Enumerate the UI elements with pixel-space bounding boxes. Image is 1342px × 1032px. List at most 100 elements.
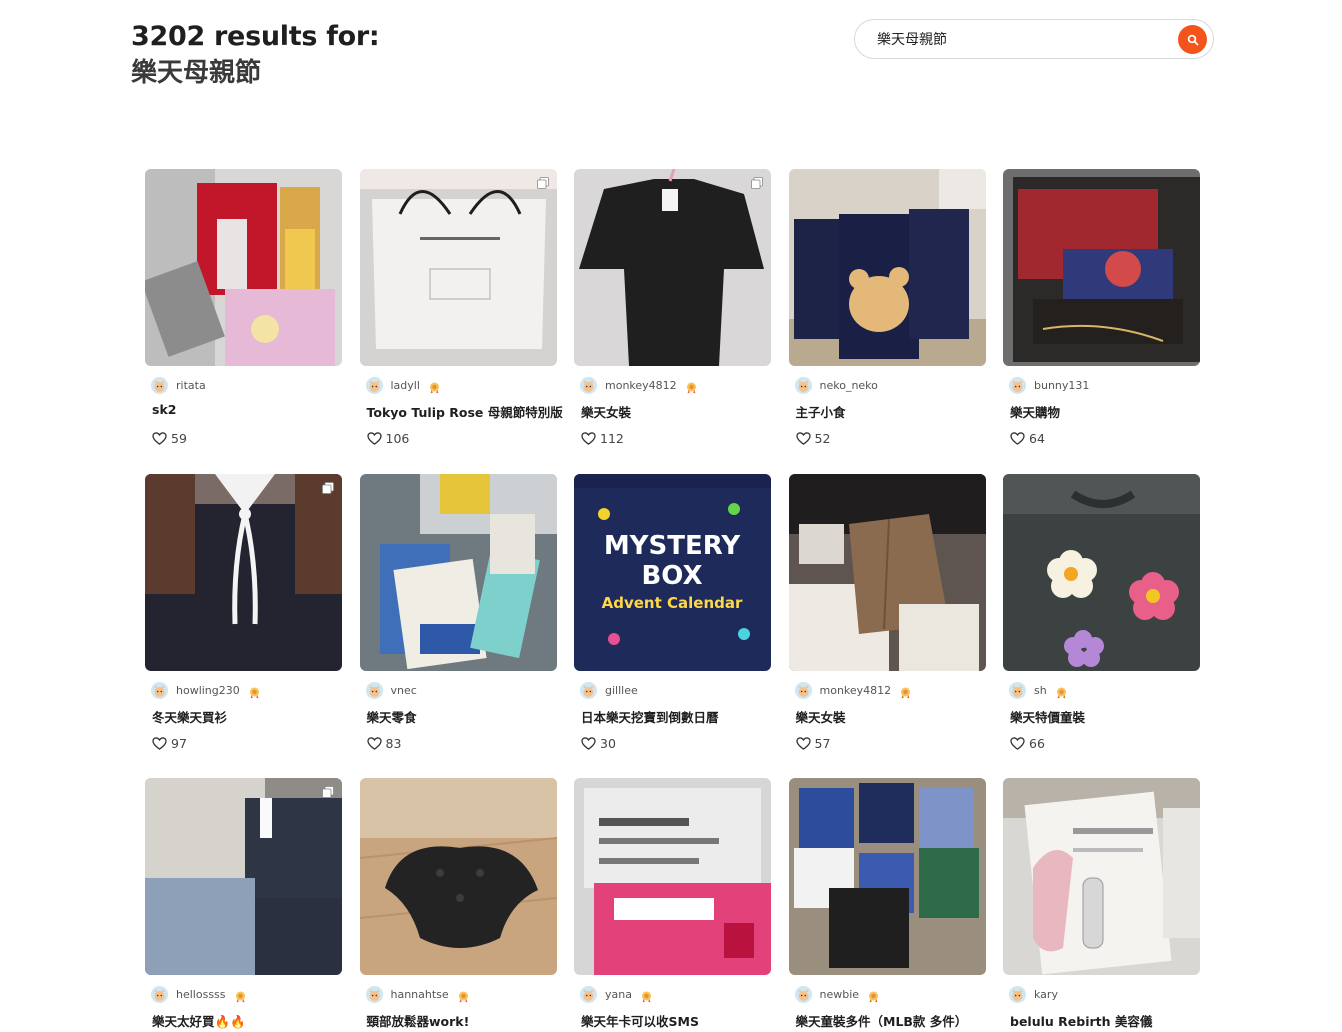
card-image[interactable]	[359, 778, 557, 975]
heart-icon[interactable]	[1010, 432, 1025, 445]
card-title[interactable]: 樂天女裝	[581, 402, 631, 421]
result-card[interactable]: MYSTERY BOX Advent Calendar gilllee 日本樂天挖寶到倒…	[574, 474, 771, 754]
heart-icon[interactable]	[152, 737, 167, 750]
card-image[interactable]	[1003, 474, 1200, 671]
avatar[interactable]	[1009, 681, 1026, 699]
heart-icon[interactable]	[581, 432, 596, 445]
card-image[interactable]	[359, 169, 557, 366]
result-card[interactable]: hellossss 樂天太好買🔥🔥	[145, 778, 342, 1032]
username[interactable]: monkey4812	[605, 379, 677, 392]
heart-icon[interactable]	[366, 432, 382, 445]
card-author[interactable]: newbie	[794, 985, 881, 1003]
username[interactable]: ritata	[176, 379, 206, 392]
avatar[interactable]	[1009, 985, 1026, 1003]
username[interactable]: vnec	[391, 684, 417, 697]
avatar[interactable]	[794, 376, 812, 394]
card-title[interactable]: 樂天太好買🔥🔥	[152, 1011, 246, 1030]
heart-icon[interactable]	[366, 737, 382, 750]
heart-icon[interactable]	[795, 432, 811, 445]
result-card[interactable]: howling230 冬天樂天買衫 97	[145, 474, 342, 754]
like-button[interactable]: 57	[795, 736, 830, 751]
heart-icon[interactable]	[581, 737, 596, 750]
username[interactable]: hannahtse	[391, 988, 449, 1001]
username[interactable]: sh	[1034, 684, 1047, 697]
avatar[interactable]	[365, 681, 383, 699]
result-card[interactable]: vnec 樂天零食 83	[359, 474, 557, 754]
result-card[interactable]: kary belulu Rebirth 美容儀	[1003, 778, 1200, 1032]
search-button[interactable]	[1178, 25, 1207, 54]
result-card[interactable]: neko_neko 主子小食 52	[788, 169, 986, 449]
card-title[interactable]: 樂天年卡可以收SMS	[581, 1011, 699, 1030]
avatar[interactable]	[794, 985, 812, 1003]
result-card[interactable]: newbie 樂天童裝多件（MLB款 多件）	[788, 778, 986, 1032]
card-title[interactable]: 冬天樂天買衫	[152, 707, 227, 726]
card-image[interactable]	[1003, 778, 1200, 975]
like-button[interactable]: 97	[152, 736, 187, 751]
username[interactable]: kary	[1034, 988, 1058, 1001]
avatar[interactable]	[151, 985, 168, 1003]
card-author[interactable]: yana	[580, 985, 653, 1003]
username[interactable]: ladyll	[391, 379, 420, 392]
card-title[interactable]: 樂天零食	[367, 707, 417, 726]
card-author[interactable]: hannahtse	[365, 985, 470, 1003]
like-button[interactable]: 52	[795, 431, 830, 446]
username[interactable]: neko_neko	[820, 379, 878, 392]
card-image[interactable]	[788, 778, 986, 975]
result-card[interactable]: monkey4812 樂天女裝 57	[788, 474, 986, 754]
like-button[interactable]: 112	[581, 431, 624, 446]
card-image[interactable]	[359, 474, 557, 671]
username[interactable]: bunny131	[1034, 379, 1089, 392]
card-title[interactable]: 日本樂天挖寶到倒數日曆	[581, 707, 719, 726]
card-image[interactable]	[574, 778, 771, 975]
like-button[interactable]: 59	[152, 431, 187, 446]
card-author[interactable]: ritata	[151, 376, 206, 394]
heart-icon[interactable]	[152, 432, 167, 445]
card-title[interactable]: sk2	[152, 402, 176, 417]
heart-icon[interactable]	[1010, 737, 1025, 750]
avatar[interactable]	[580, 376, 597, 394]
like-button[interactable]: 30	[581, 736, 616, 751]
avatar[interactable]	[151, 376, 168, 394]
avatar[interactable]	[580, 985, 597, 1003]
card-author[interactable]: bunny131	[1009, 376, 1089, 394]
card-author[interactable]: vnec	[365, 681, 417, 699]
result-card[interactable]: yana 樂天年卡可以收SMS	[574, 778, 771, 1032]
card-author[interactable]: hellossss	[151, 985, 247, 1003]
card-author[interactable]: howling230	[151, 681, 261, 699]
avatar[interactable]	[365, 985, 383, 1003]
card-author[interactable]: ladyll	[365, 376, 441, 394]
card-author[interactable]: sh	[1009, 681, 1068, 699]
like-button[interactable]: 66	[1010, 736, 1045, 751]
card-author[interactable]: monkey4812	[794, 681, 913, 699]
username[interactable]: yana	[605, 988, 632, 1001]
card-image[interactable]	[574, 169, 771, 366]
username[interactable]: gilllee	[605, 684, 638, 697]
avatar[interactable]	[1009, 376, 1026, 394]
avatar[interactable]	[794, 681, 812, 699]
card-image[interactable]	[145, 169, 342, 366]
card-title[interactable]: 頸部放鬆器work!	[367, 1011, 470, 1030]
heart-icon[interactable]	[795, 737, 811, 750]
card-author[interactable]: kary	[1009, 985, 1058, 1003]
card-title[interactable]: 樂天女裝	[796, 707, 846, 726]
card-author[interactable]: monkey4812	[580, 376, 698, 394]
card-title[interactable]: 樂天特價童裝	[1010, 707, 1085, 726]
username[interactable]: hellossss	[176, 988, 226, 1001]
result-card[interactable]: ladyll Tokyo Tulip Rose 母親節特別版 106	[359, 169, 563, 449]
like-button[interactable]: 106	[366, 431, 409, 446]
card-image[interactable]	[1003, 169, 1200, 366]
search-bar[interactable]	[854, 19, 1214, 59]
result-card[interactable]: monkey4812 樂天女裝 112	[574, 169, 771, 449]
result-card[interactable]: sh 樂天特價童裝 66	[1003, 474, 1200, 754]
card-image[interactable]: MYSTERY BOX Advent Calendar	[574, 474, 771, 671]
avatar[interactable]	[580, 681, 597, 699]
search-input[interactable]	[877, 28, 1167, 50]
result-card[interactable]: ritata sk2 59	[145, 169, 342, 449]
card-author[interactable]: neko_neko	[794, 376, 878, 394]
like-button[interactable]: 64	[1010, 431, 1045, 446]
card-image[interactable]	[145, 778, 342, 975]
card-title[interactable]: belulu Rebirth 美容儀	[1010, 1011, 1152, 1030]
username[interactable]: monkey4812	[820, 684, 892, 697]
like-button[interactable]: 83	[366, 736, 401, 751]
result-card[interactable]: hannahtse 頸部放鬆器work!	[359, 778, 557, 1032]
